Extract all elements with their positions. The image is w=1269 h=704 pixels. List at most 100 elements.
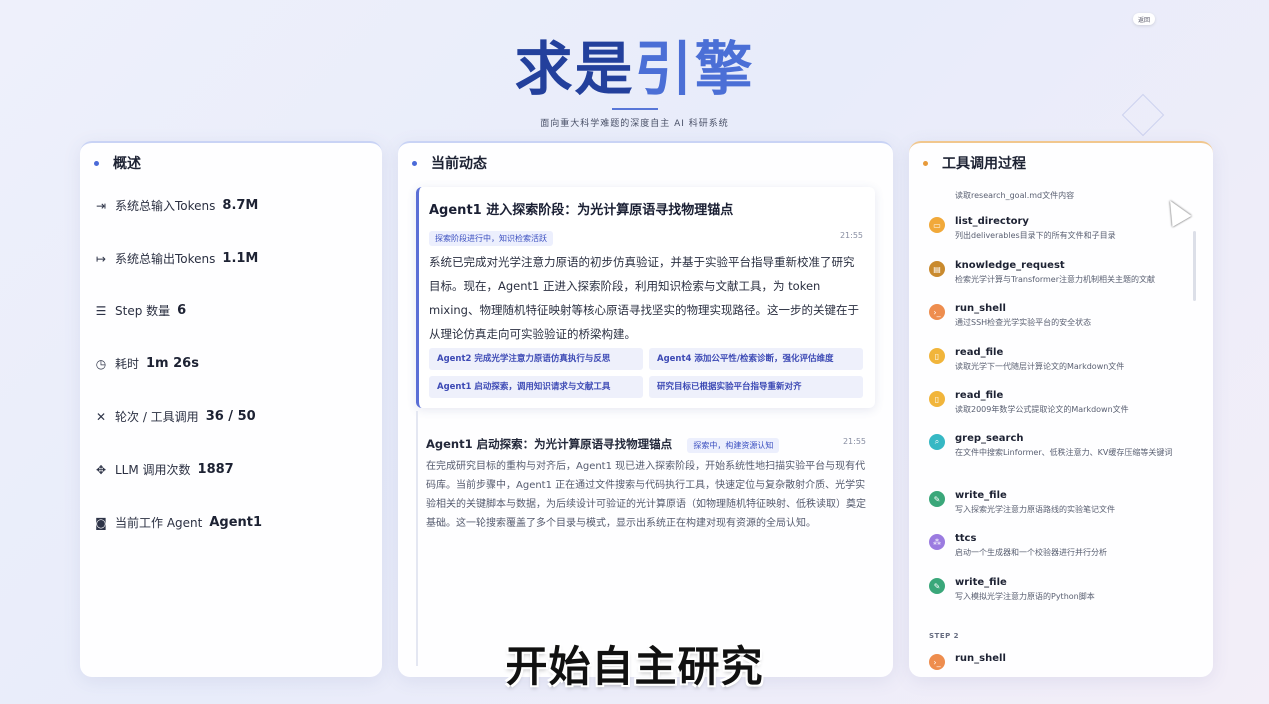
file-icon: ▯ — [929, 348, 945, 364]
tool-desc: 读取2009年数学公式提取论文的Markdown文件 — [955, 405, 1129, 414]
stat-output-tokens: ↦ 系统总输出Tokens 1.1M — [94, 250, 258, 267]
status-badge: 探索阶段进行中，知识检索活跃 — [429, 231, 553, 246]
timestamp: 21:55 — [842, 437, 866, 446]
tool-item[interactable]: ▭ list_directory 列出deliverables目录下的所有文件和子目… — [929, 216, 1195, 242]
stat-label: 轮次 / 工具调用 — [115, 410, 199, 424]
tool-name: list_directory — [955, 216, 1029, 227]
event-chip[interactable]: Agent4 添加公平性/检索诊断，强化评估维度 — [649, 348, 863, 370]
stat-input-tokens: ⇥ 系统总输入Tokens 8.7M — [94, 197, 258, 214]
spacer-icon — [929, 188, 945, 204]
stat-value: 8.7M — [222, 198, 259, 213]
stat-llm-calls: ✥ LLM 调用次数 1887 — [94, 461, 234, 478]
timestamp: 21:55 — [839, 231, 863, 240]
nodes-icon: ⁂ — [929, 534, 945, 550]
overview-panel: 概述 ⇥ 系统总输入Tokens 8.7M ↦ 系统总输出Tokens 1.1M ☰ St… — [80, 141, 382, 677]
title-part-2: 引擎 — [634, 35, 755, 103]
tool-desc: 启动一个生成器和一个校验器进行并行分析 — [955, 548, 1107, 557]
tool-desc: 在文件中搜索Linformer、低秩注意力、KV缓存压缩等关键词 — [955, 448, 1173, 457]
tool-item[interactable]: ✎ write_file 写入模拟光学注意力原语的Python脚本 — [929, 577, 1195, 603]
tool-desc: 列出deliverables目录下的所有文件和子目录 — [955, 231, 1116, 240]
stat-label: 当前工作 Agent — [115, 516, 203, 530]
activity-entry[interactable]: Agent1 启动探索：为光计算原语寻找物理锚点 探索中，构建资源认知 21:5… — [426, 433, 866, 533]
tool-desc: 检索光学计算与Transformer注意力机制相关主题的文献 — [955, 275, 1156, 284]
page-subtitle: 面向重大科学难题的深度自主 AI 科研系统 — [540, 119, 729, 129]
robot-icon: ◙ — [95, 515, 107, 530]
tool-name: write_file — [955, 577, 1007, 588]
tool-name: write_file — [955, 490, 1007, 501]
scrollbar[interactable] — [1193, 231, 1196, 301]
bullet-icon — [412, 160, 417, 166]
stat-value: 1m 26s — [146, 356, 199, 371]
stat-value: 36 / 50 — [205, 409, 256, 424]
title-divider — [611, 108, 658, 110]
overview-header: 概述 — [80, 143, 382, 183]
stat-current-agent: ◙ 当前工作 Agent Agent1 — [94, 514, 262, 531]
tools-header: 工具调用过程 — [909, 143, 1213, 183]
event-chips: Agent2 完成光学注意力原语仿真执行与反思 Agent4 添加公平性/检索诊… — [429, 348, 863, 398]
folder-icon: ▭ — [929, 217, 945, 233]
tool-desc: 读取research_goal.md文件内容 — [955, 191, 1075, 200]
tool-desc: 读取光学下一代随层计算论文的Markdown文件 — [955, 362, 1125, 371]
stat-value: 1887 — [197, 462, 234, 477]
pencil-icon: ✎ — [929, 491, 945, 507]
tool-name: read_file — [955, 390, 1004, 401]
activity-panel: 当前动态 Agent1 进入探索阶段：为光计算原语寻找物理锚点 探索阶段进行中，… — [398, 141, 893, 677]
stat-elapsed: ◷ 耗时 1m 26s — [94, 355, 199, 372]
file-icon: ▯ — [929, 391, 945, 407]
logout-icon: ↦ — [95, 251, 107, 266]
terminal-icon: ›_ — [929, 304, 945, 320]
stat-rounds-tools: ✕ 轮次 / 工具调用 36 / 50 — [94, 408, 256, 425]
stat-label: 系统总输入Tokens — [115, 199, 216, 213]
stat-value: 1.1M — [222, 251, 259, 266]
stat-label: 耗时 — [115, 357, 140, 371]
video-caption: 开始自主研究 — [505, 642, 764, 691]
page-title: 求是引擎 — [0, 30, 1269, 108]
entry-title: Agent1 启动探索：为光计算原语寻找物理锚点 — [426, 437, 673, 451]
tool-name: run_shell — [955, 303, 1006, 314]
tool-item[interactable]: ▯ read_file 读取2009年数学公式提取论文的Markdown文件 — [929, 390, 1195, 416]
title-part-1: 求是 — [514, 35, 635, 103]
clock-icon: ◷ — [95, 356, 107, 371]
stat-step-count: ☰ Step 数量 6 — [94, 302, 187, 319]
tools-title: 工具调用过程 — [942, 156, 1026, 172]
event-chip[interactable]: 研究目标已根据实验平台指导重新对齐 — [649, 376, 863, 398]
event-chip[interactable]: Agent2 完成光学注意力原语仿真执行与反思 — [429, 348, 643, 370]
network-icon: ✥ — [95, 462, 107, 477]
event-chip[interactable]: Agent1 启动探索，调用知识请求与文献工具 — [429, 376, 643, 398]
tool-name: knowledge_request — [955, 260, 1065, 271]
tool-item[interactable]: ⌕ grep_search 在文件中搜索Linformer、低秩注意力、KV缓存压缩… — [929, 433, 1195, 459]
status-badge: 探索中，构建资源认知 — [687, 438, 780, 453]
tool-item[interactable]: ▤ knowledge_request 检索光学计算与Transformer注意力机… — [929, 260, 1195, 286]
activity-header: 当前动态 — [398, 143, 893, 183]
tool-item[interactable]: ✎ write_file 写入探索光学注意力原语路线的实验笔记文件 — [929, 490, 1195, 516]
tool-desc: 写入模拟光学注意力原语的Python脚本 — [955, 592, 1095, 601]
tool-name: ttcs — [955, 533, 977, 544]
book-icon: ▤ — [929, 261, 945, 277]
bullet-icon — [94, 160, 99, 166]
stat-value: Agent1 — [209, 515, 263, 530]
tool-item[interactable]: ⁂ ttcs 启动一个生成器和一个校验器进行并行分析 — [929, 533, 1195, 559]
tool-item[interactable]: ›_ run_shell 通过SSH检查光学实验平台的安全状态 — [929, 303, 1195, 329]
tool-desc: 写入探索光学注意力原语路线的实验笔记文件 — [955, 505, 1115, 514]
overview-title: 概述 — [113, 156, 141, 172]
tools-panel: 工具调用过程 读取research_goal.md文件内容 ▭ list_dire… — [909, 141, 1213, 677]
tool-name: grep_search — [955, 433, 1024, 444]
tool-item[interactable]: ▯ read_file 读取光学下一代随层计算论文的Markdown文件 — [929, 347, 1195, 373]
activity-title: 当前动态 — [431, 156, 487, 172]
list-icon: ☰ — [95, 303, 107, 318]
login-icon: ⇥ — [95, 198, 107, 213]
search-icon: ⌕ — [929, 434, 945, 450]
timeline-line — [416, 411, 418, 666]
hero: 求是引擎 面向重大科学难题的深度自主 AI 科研系统 — [0, 30, 1269, 129]
stat-value: 6 — [177, 303, 187, 318]
bullet-icon — [923, 160, 928, 166]
back-button[interactable]: 返回 — [1133, 13, 1155, 25]
stat-label: LLM 调用次数 — [115, 463, 191, 477]
card-body: 系统已完成对光学注意力原语的初步仿真验证，并基于实验平台指导重新校准了研究目标。… — [429, 255, 859, 341]
tool-item-partial[interactable]: 读取research_goal.md文件内容 — [929, 187, 1195, 204]
tools-icon: ✕ — [95, 409, 107, 424]
stat-label: 系统总输出Tokens — [115, 252, 216, 266]
tool-desc: 通过SSH检查光学实验平台的安全状态 — [955, 318, 1092, 327]
stat-label: Step 数量 — [115, 304, 171, 318]
activity-card[interactable]: Agent1 进入探索阶段：为光计算原语寻找物理锚点 探索阶段进行中，知识检索活… — [416, 187, 875, 408]
